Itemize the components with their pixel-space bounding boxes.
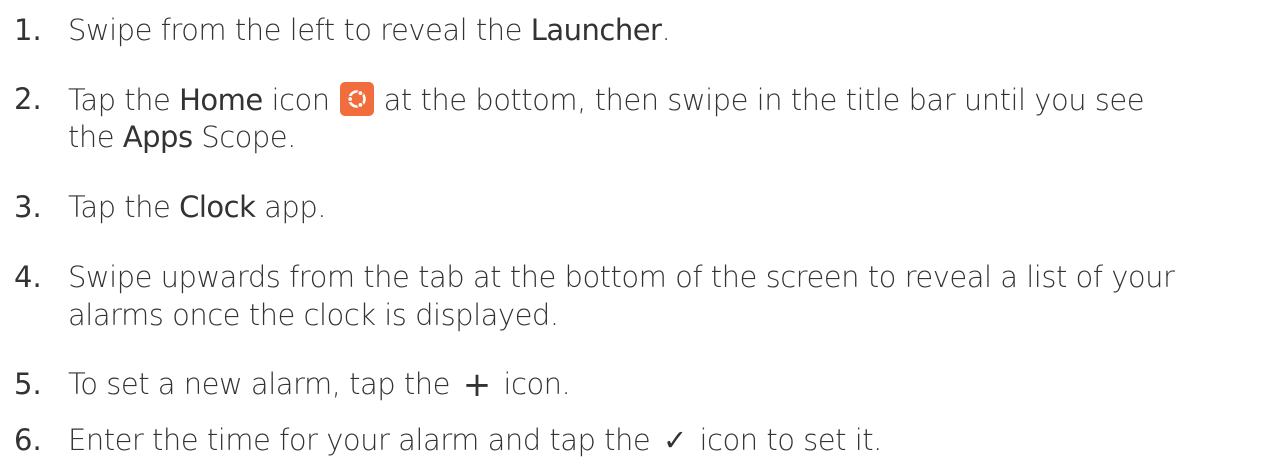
apps-label: Apps [122, 120, 193, 154]
step-4-text-b: alarms once the clock is displayed. [68, 298, 559, 332]
step-4-text-a: Swipe upwards from the tab at the bottom… [68, 260, 1175, 294]
home-label: Home [179, 83, 263, 117]
step-number: 2. [14, 82, 42, 116]
step-6-text-c: icon to set it. [690, 423, 882, 457]
step-3-text-c: app. [255, 190, 326, 224]
step-2-text-c: icon [262, 83, 330, 117]
step-5-text: To set a new alarm, tap the + icon. [68, 365, 571, 405]
step-2-text: Tap the Home icon at the bottom, then swi… [68, 82, 1145, 117]
step-number: 4. [14, 260, 42, 294]
step-2-text-a: Tap the [68, 83, 180, 117]
step-2-text-d: at the bottom, then swipe in the title b… [383, 83, 1145, 117]
step-number: 3. [14, 190, 42, 224]
step-number: 5. [14, 367, 42, 401]
step-2-text-e: the [68, 120, 123, 154]
step-number: 6. [14, 423, 42, 457]
plus-icon: + [462, 365, 492, 405]
step-6-text: Enter the time for your alarm and tap th… [68, 423, 882, 457]
step-3-text: Tap the Clock app. [68, 190, 326, 224]
alarm-instructions: 1. Swipe from the left to reveal the Lau… [0, 0, 1270, 466]
checkmark-icon: ✓ [662, 423, 687, 457]
step-1-text: Swipe from the left to reveal the Launch… [68, 13, 671, 47]
step-1-text-a: Swipe from the left to reveal the [68, 13, 531, 47]
step-5-text-a: To set a new alarm, tap the [68, 367, 459, 401]
step-1-text-c: . [661, 13, 671, 47]
step-2-text-line2: the Apps Scope. [68, 120, 296, 154]
launcher-label: Launcher [530, 13, 662, 47]
step-4-text-line2: alarms once the clock is displayed. [68, 298, 559, 332]
clock-label: Clock [179, 190, 256, 224]
ubuntu-home-icon [339, 82, 374, 116]
step-3-text-a: Tap the [68, 190, 180, 224]
step-2-text-g: Scope. [192, 120, 296, 154]
step-6-text-a: Enter the time for your alarm and tap th… [68, 423, 659, 457]
step-5-text-c: icon. [494, 367, 571, 401]
step-4-text: Swipe upwards from the tab at the bottom… [68, 260, 1175, 294]
step-number: 1. [14, 13, 42, 47]
